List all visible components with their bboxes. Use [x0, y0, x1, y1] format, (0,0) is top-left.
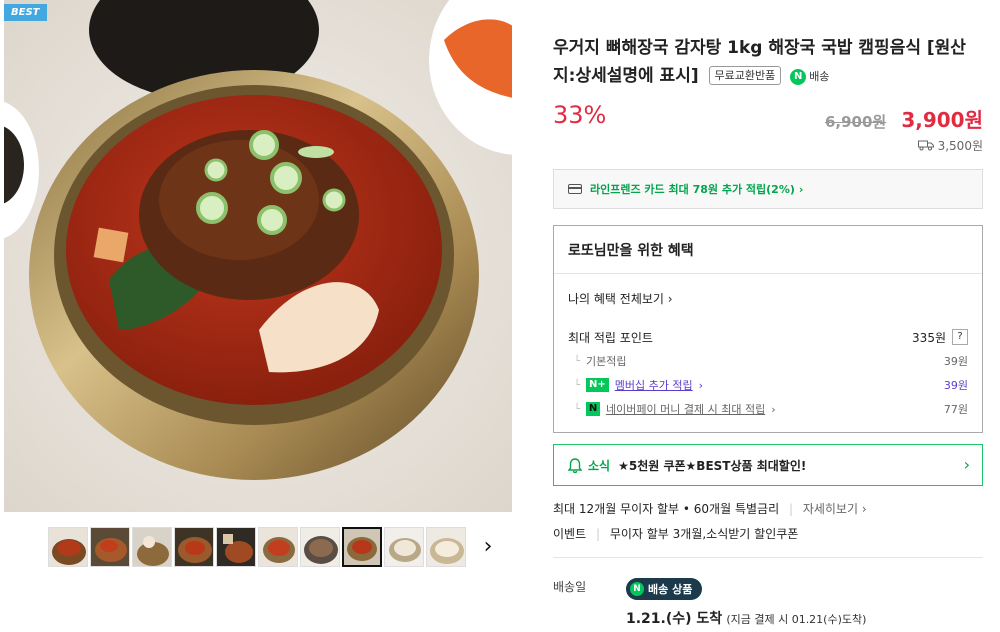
news-banner[interactable]: 소식 ★5천원 쿠폰★BEST상품 최대할인! ›	[553, 444, 983, 486]
section-divider	[553, 557, 983, 558]
product-title: 우거지 뼈해장국 감자탕 1kg 해장국 국밥 캠핑음식 [원산지:상세설명에 …	[553, 34, 983, 91]
delivery-date-label: 배송일	[553, 580, 587, 594]
news-label: 소식	[588, 458, 611, 473]
card-benefit-text: 라인프렌즈 카드 최대 78원 추가 적립(2%)	[590, 183, 795, 196]
shipping-fee-value: 3,500원	[937, 139, 983, 153]
divider: |	[788, 502, 793, 516]
chevron-right-icon: ›	[963, 455, 970, 474]
arrival-estimate: 1.21.(수) 도착 (지금 결제 시 01.21(수)도착)	[626, 608, 866, 628]
npay-points-value: 77원	[943, 403, 968, 416]
benefit-row-basic: └ 기본적립 39원	[568, 349, 968, 373]
tree-branch-icon: └	[574, 379, 581, 391]
n-delivery-badge: N 배송 상품	[626, 578, 703, 600]
thumbnail[interactable]	[258, 527, 298, 567]
max-points-label: 최대 적립 포인트	[568, 330, 653, 345]
arrival-note: (지금 결제 시 01.21(수)도착)	[726, 613, 867, 626]
tree-branch-icon: └	[574, 355, 581, 367]
chevron-right-icon: ›	[771, 402, 776, 416]
thumbnail[interactable]	[426, 527, 466, 567]
naver-n-icon: N	[630, 582, 644, 596]
max-points-value: 335원	[912, 330, 946, 345]
n-delivery-badge-label: 배송 상품	[648, 583, 693, 596]
chevron-right-icon[interactable]: ›	[478, 535, 498, 559]
tree-branch-icon: └	[574, 403, 581, 415]
best-badge: BEST	[4, 4, 48, 21]
soup-bowl-illustration	[4, 0, 512, 512]
my-benefits-link[interactable]: 나의 혜택 전체보기 ›	[568, 290, 968, 307]
n-delivery-tag: N 배송	[790, 63, 829, 91]
original-price: 6,900원	[824, 113, 887, 131]
installment-info: 최대 12개월 무이자 할부 • 60개월 특별금리 | 자세히보기 ›	[553, 500, 867, 517]
main-product-image[interactable]: BEST	[4, 0, 512, 512]
thumbnail-selected[interactable]	[342, 527, 382, 567]
discount-rate: 33%	[553, 101, 607, 129]
installment-more-link[interactable]: 자세히보기	[803, 502, 858, 516]
event-text: 무이자 할부 3개월,소식받기 할인쿠폰	[609, 527, 799, 541]
sale-price: 3,900원	[901, 108, 983, 132]
benefit-row-membership[interactable]: └ N+ 멤버십 추가 적립 › 39원	[568, 373, 968, 397]
chevron-right-icon: ›	[698, 378, 704, 392]
free-return-tag: 무료교환반품	[708, 66, 782, 85]
truck-icon	[917, 140, 934, 151]
thumbnail[interactable]	[174, 527, 214, 567]
n-delivery-label: 배송	[809, 70, 830, 83]
basic-points-value: 39원	[943, 355, 968, 368]
event-label: 이벤트	[553, 527, 587, 541]
benefit-row-npay[interactable]: └ N 네이버페이 머니 결제 시 최대 적립 › 77원	[568, 397, 968, 421]
card-benefit-banner[interactable]: 라인프렌즈 카드 최대 78원 추가 적립(2%) ›	[553, 169, 983, 209]
shipping-fee: 3,500원	[917, 137, 983, 154]
arrival-date: 1.21.(수) 도착	[626, 611, 723, 627]
thumbnail[interactable]	[90, 527, 130, 567]
naver-plus-icon: N+	[586, 378, 609, 392]
my-benefits-label: 나의 혜택 전체보기	[568, 292, 664, 306]
product-gallery: BEST ›	[4, 0, 512, 632]
npay-points-link[interactable]: 네이버페이 머니 결제 시 최대 적립	[606, 401, 765, 417]
membership-points-link[interactable]: 멤버십 추가 적립	[615, 377, 693, 393]
price-block: 6,900원 3,900원	[825, 104, 983, 133]
naver-n-icon: N	[790, 69, 807, 85]
thumbnail[interactable]	[48, 527, 88, 567]
event-info: 이벤트 | 무이자 할부 3개월,소식받기 할인쿠폰	[553, 525, 798, 542]
credit-card-icon	[568, 184, 582, 194]
basic-points-label: 기본적립	[586, 355, 627, 368]
thumbnail-strip	[48, 527, 466, 569]
installment-text: 최대 12개월 무이자 할부 • 60개월 특별금리	[553, 502, 780, 516]
naver-pay-icon: N	[586, 402, 601, 416]
max-points-row: 최대 적립 포인트 335원 ?	[568, 325, 968, 349]
divider: |	[595, 527, 600, 541]
thumbnail[interactable]	[132, 527, 172, 567]
news-text: ★5천원 쿠폰★BEST상품 최대할인!	[618, 458, 807, 473]
thumbnail[interactable]	[300, 527, 340, 567]
thumbnail[interactable]	[216, 527, 256, 567]
chevron-right-icon: ›	[798, 182, 804, 196]
bell-icon	[568, 457, 582, 473]
chevron-right-icon: ›	[667, 292, 673, 306]
membership-points-value: 39원	[943, 379, 968, 392]
benefit-title: 로또님만을 위한 혜택	[554, 226, 982, 274]
thumbnail[interactable]	[384, 527, 424, 567]
benefit-panel: 로또님만을 위한 혜택 나의 혜택 전체보기 › 최대 적립 포인트 335원 …	[553, 225, 983, 433]
help-icon[interactable]: ?	[952, 329, 968, 345]
chevron-right-icon: ›	[861, 502, 867, 516]
